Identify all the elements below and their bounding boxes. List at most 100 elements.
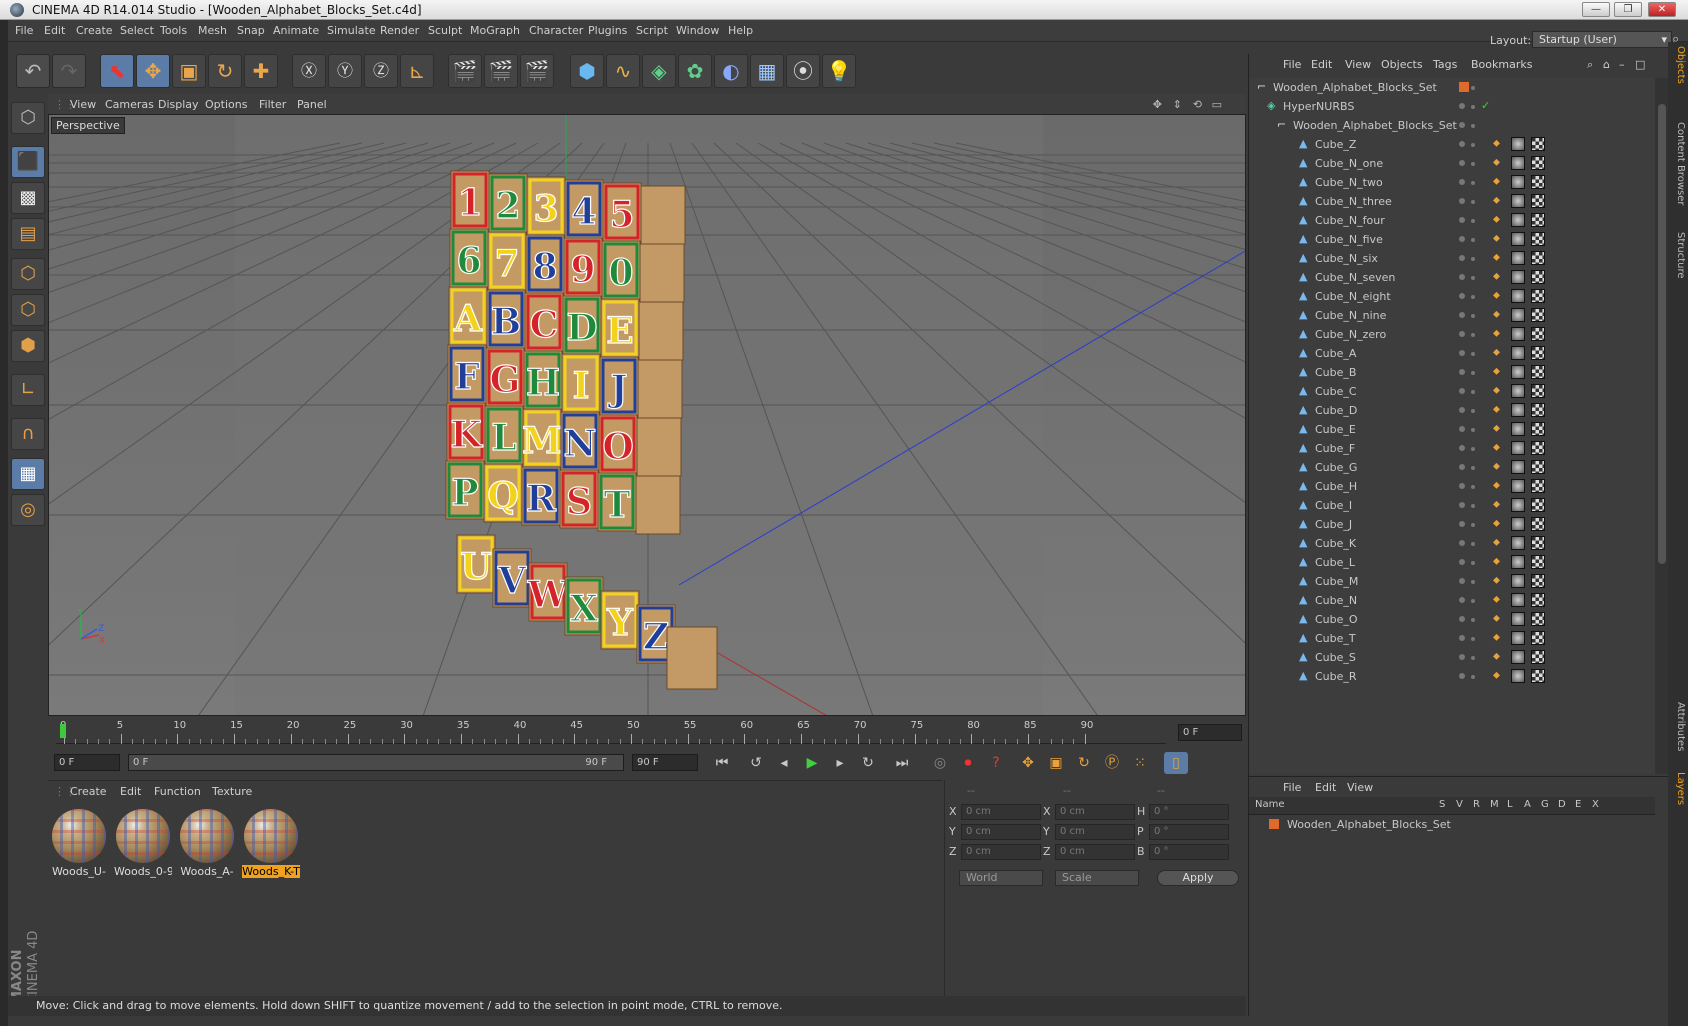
render-dot[interactable] bbox=[1471, 238, 1475, 242]
menu-tools[interactable]: Tools bbox=[160, 24, 187, 37]
visibility-dot[interactable] bbox=[1459, 369, 1465, 375]
object-name[interactable]: Wooden_Alphabet_Blocks_Set bbox=[1273, 81, 1437, 94]
apply-button[interactable]: Apply bbox=[1157, 870, 1239, 886]
undo-button[interactable]: ↶ bbox=[16, 54, 50, 88]
texture-mode-button[interactable]: ▩ bbox=[11, 182, 45, 214]
visibility-dot[interactable] bbox=[1459, 616, 1465, 622]
material-tag-icon[interactable] bbox=[1511, 308, 1525, 322]
object-row[interactable]: ▲ Cube_N_eight ⬥ bbox=[1249, 287, 1655, 307]
uvw-tag-icon[interactable] bbox=[1531, 650, 1545, 664]
array-button[interactable]: ✿ bbox=[678, 54, 712, 88]
object-name[interactable]: Cube_A bbox=[1315, 347, 1356, 360]
uvw-tag-icon[interactable] bbox=[1531, 270, 1545, 284]
object-menu-edit[interactable]: Edit bbox=[1311, 58, 1332, 71]
object-menu-objects[interactable]: Objects bbox=[1381, 58, 1423, 71]
layer-menu-view[interactable]: View bbox=[1347, 781, 1373, 794]
layer-menu-file[interactable]: File bbox=[1283, 781, 1301, 794]
menu-window[interactable]: Window bbox=[676, 24, 719, 37]
material-tag-icon[interactable] bbox=[1511, 422, 1525, 436]
timeline-window-button[interactable]: ▯ bbox=[1164, 752, 1188, 774]
coord-value-field[interactable]: 0 cm bbox=[961, 824, 1041, 840]
object-row[interactable]: ▲ Cube_O ⬥ bbox=[1249, 610, 1655, 630]
z-axis-lock-button[interactable]: Ⓩ bbox=[364, 54, 398, 88]
object-menu-view[interactable]: View bbox=[1345, 58, 1371, 71]
coord-value-field[interactable]: 0 cm bbox=[1055, 844, 1135, 860]
uvw-tag-icon[interactable] bbox=[1531, 156, 1545, 170]
phong-tag-icon[interactable]: ⬥ bbox=[1493, 157, 1500, 168]
uvw-tag-icon[interactable] bbox=[1531, 194, 1545, 208]
object-name[interactable]: Cube_C bbox=[1315, 385, 1357, 398]
coordinate-system-button[interactable]: ⊾ bbox=[400, 54, 434, 88]
restore-button[interactable]: ❐ bbox=[1614, 2, 1642, 17]
camera-button[interactable]: ⦿ bbox=[786, 54, 820, 88]
coord-value-field[interactable]: 0 ° bbox=[1149, 844, 1229, 860]
phong-tag-icon[interactable]: ⬥ bbox=[1493, 480, 1500, 491]
render-dot[interactable] bbox=[1471, 86, 1475, 90]
material-tag-icon[interactable] bbox=[1511, 346, 1525, 360]
visibility-dot[interactable] bbox=[1459, 350, 1465, 356]
menu-plugins[interactable]: Plugins bbox=[588, 24, 627, 37]
y-axis-lock-button[interactable]: Ⓨ bbox=[328, 54, 362, 88]
visibility-dot[interactable] bbox=[1459, 103, 1465, 109]
menu-help[interactable]: Help bbox=[728, 24, 753, 37]
render-dot[interactable] bbox=[1471, 200, 1475, 204]
nurbs-button[interactable]: ◈ bbox=[642, 54, 676, 88]
uvw-tag-icon[interactable] bbox=[1531, 479, 1545, 493]
render-dot[interactable] bbox=[1471, 371, 1475, 375]
visibility-dot[interactable] bbox=[1459, 502, 1465, 508]
layer-row[interactable]: Wooden_Alphabet_Blocks_Set bbox=[1249, 815, 1655, 835]
polygons-mode-button[interactable]: ⬢ bbox=[11, 330, 45, 362]
viewport-menu-cameras[interactable]: Cameras bbox=[105, 98, 154, 111]
material-tag-icon[interactable] bbox=[1511, 251, 1525, 265]
phong-tag-icon[interactable]: ⬥ bbox=[1493, 366, 1500, 377]
visibility-dot[interactable] bbox=[1459, 141, 1465, 147]
phong-tag-icon[interactable]: ⬥ bbox=[1493, 499, 1500, 510]
layer-color-swatch[interactable] bbox=[1459, 82, 1469, 92]
viewport-rotate-icon[interactable]: ⟲ bbox=[1193, 98, 1202, 111]
perspective-viewport[interactable]: 1234567890ABCDEFGHIJKLMNOPQRSTUVWXYZ Per… bbox=[48, 114, 1246, 716]
material-tag-icon[interactable] bbox=[1511, 631, 1525, 645]
coord-value-field[interactable]: 0 ° bbox=[1149, 804, 1229, 820]
object-name[interactable]: Cube_N_four bbox=[1315, 214, 1385, 227]
coord-system-dropdown[interactable]: World bbox=[959, 870, 1043, 886]
next-key-button[interactable]: ↻ bbox=[856, 752, 880, 774]
viewport-menu-panel[interactable]: Panel bbox=[297, 98, 327, 111]
object-name[interactable]: Cube_N_two bbox=[1315, 176, 1383, 189]
uvw-tag-icon[interactable] bbox=[1531, 612, 1545, 626]
menu-animate[interactable]: Animate bbox=[273, 24, 319, 37]
object-name[interactable]: Cube_B bbox=[1315, 366, 1356, 379]
x-axis-lock-button[interactable]: Ⓧ bbox=[292, 54, 326, 88]
material-swatch[interactable]: Woods_0-9 bbox=[114, 807, 172, 881]
material-tag-icon[interactable] bbox=[1511, 175, 1525, 189]
object-name[interactable]: Cube_N_one bbox=[1315, 157, 1383, 170]
visibility-dot[interactable] bbox=[1459, 293, 1465, 299]
render-dot[interactable] bbox=[1471, 485, 1475, 489]
phong-tag-icon[interactable]: ⬥ bbox=[1493, 632, 1500, 643]
material-swatch[interactable]: Woods_U- bbox=[50, 807, 108, 881]
phong-tag-icon[interactable]: ⬥ bbox=[1493, 442, 1500, 453]
record-keys-button[interactable]: ◎ bbox=[928, 752, 952, 774]
layer-column-l[interactable]: L bbox=[1507, 799, 1513, 810]
material-tag-icon[interactable] bbox=[1511, 365, 1525, 379]
layer-column-d[interactable]: D bbox=[1558, 799, 1566, 810]
object-menu-tags[interactable]: Tags bbox=[1433, 58, 1457, 71]
object-row[interactable]: ▲ Cube_K ⬥ bbox=[1249, 534, 1655, 554]
object-row[interactable]: ▲ Cube_B ⬥ bbox=[1249, 363, 1655, 383]
deformer-button[interactable]: ◐ bbox=[714, 54, 748, 88]
render-dot[interactable] bbox=[1471, 599, 1475, 603]
visibility-dot[interactable] bbox=[1459, 312, 1465, 318]
material-tag-icon[interactable] bbox=[1511, 384, 1525, 398]
coord-value-field[interactable]: 0 cm bbox=[1055, 824, 1135, 840]
rotate-tool-button[interactable]: ↻ bbox=[208, 54, 242, 88]
object-name[interactable]: Cube_D bbox=[1315, 404, 1357, 417]
render-dot[interactable] bbox=[1471, 656, 1475, 660]
object-name[interactable]: Cube_I bbox=[1315, 499, 1352, 512]
coord-value-field[interactable]: 0 cm bbox=[1055, 804, 1135, 820]
object-name[interactable]: HyperNURBS bbox=[1283, 100, 1354, 113]
object-name[interactable]: Cube_O bbox=[1315, 613, 1358, 626]
phong-tag-icon[interactable]: ⬥ bbox=[1493, 176, 1500, 187]
render-dot[interactable] bbox=[1471, 390, 1475, 394]
key-parameter-button[interactable]: Ⓟ bbox=[1100, 752, 1124, 774]
visibility-dot[interactable] bbox=[1459, 673, 1465, 679]
render-settings-button[interactable]: 🎬 bbox=[520, 54, 554, 88]
